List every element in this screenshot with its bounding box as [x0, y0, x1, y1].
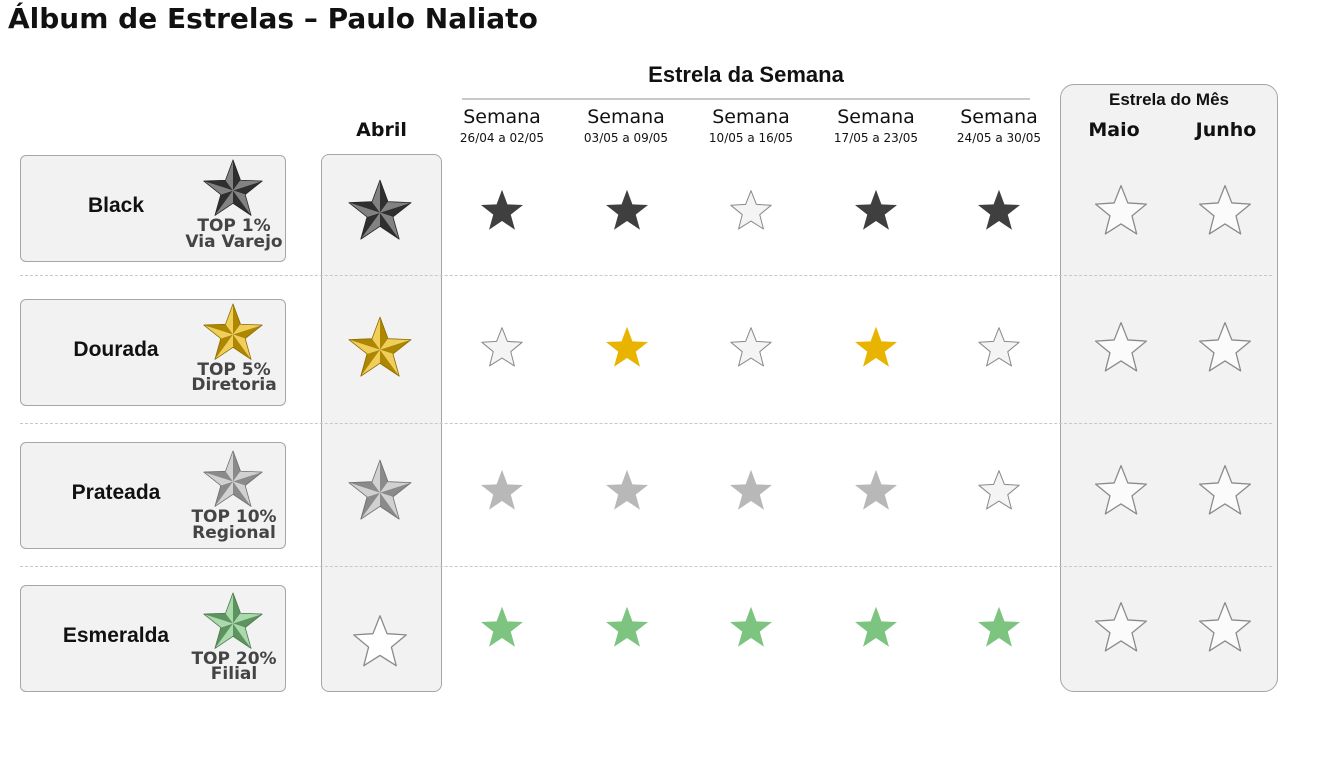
month-1-empty-star-icon: [1094, 602, 1148, 652]
month-1-empty-star-icon: [1094, 185, 1148, 235]
week-3-silver-star-icon: [730, 469, 772, 510]
gold-star-badge-icon: [203, 303, 263, 360]
week-dates: 03/05 a 09/05: [583, 131, 669, 145]
week-header-3: Semana 10/05 a 16/05: [689, 106, 813, 146]
week-label: Semana: [463, 106, 541, 128]
page-title: Álbum de Estrelas – Paulo Naliato: [8, 2, 538, 35]
april-silver-star-icon: [348, 459, 412, 520]
month-2-empty-star-icon: [1198, 322, 1252, 372]
week-1-emerald-star-icon: [481, 606, 523, 647]
tier-name: Dourada: [73, 338, 159, 361]
week-3-emerald-star-icon: [730, 606, 772, 647]
month-2-empty-star-icon: [1198, 602, 1252, 652]
week-label: Semana: [837, 106, 915, 128]
month-header-junho: Junho: [1195, 119, 1257, 141]
week-5-emerald-star-icon: [978, 606, 1020, 647]
week-2-gold-star-icon: [606, 326, 648, 367]
black-star-badge-icon: [203, 159, 263, 216]
month-2-empty-star-icon: [1198, 185, 1252, 235]
week-1-black-star-icon: [481, 189, 523, 230]
tier-scope: Diretoria: [191, 375, 277, 395]
month-header-maio: Maio: [1088, 119, 1140, 141]
tier-name: Black: [87, 194, 145, 217]
week-dates: 26/04 a 02/05: [459, 131, 545, 145]
april-black-star-icon: [348, 179, 412, 240]
week-5-empty-star-icon: [978, 327, 1020, 367]
week-dates: 24/05 a 30/05: [956, 131, 1042, 145]
row-divider: [20, 423, 1272, 424]
week-dates: 17/05 a 23/05: [833, 131, 919, 145]
silver-star-badge-icon: [203, 450, 263, 507]
week-label: Semana: [587, 106, 665, 128]
monthly-section-title: Estrela do Mês: [1109, 90, 1229, 109]
tier-card-black: Black TOP 1% Via Varejo: [20, 155, 286, 262]
week-header-1: Semana 26/04 a 02/05: [440, 106, 564, 146]
month-1-empty-star-icon: [1094, 465, 1148, 515]
week-4-gold-star-icon: [855, 326, 897, 367]
week-3-empty-star-icon: [730, 190, 772, 230]
tier-card-esmeralda: Esmeralda TOP 20% Filial: [20, 585, 286, 692]
week-2-emerald-star-icon: [606, 606, 648, 647]
tier-scope: Filial: [210, 664, 258, 684]
week-2-silver-star-icon: [606, 469, 648, 510]
month-2-empty-star-icon: [1198, 465, 1252, 515]
week-dates: 10/05 a 16/05: [708, 131, 794, 145]
week-5-black-star-icon: [978, 189, 1020, 230]
row-divider: [20, 566, 1272, 567]
week-4-emerald-star-icon: [855, 606, 897, 647]
row-divider: [20, 275, 1272, 276]
week-label: Semana: [712, 106, 790, 128]
emerald-star-badge-icon: [203, 592, 263, 649]
weekly-section-title: Estrela da Semana: [648, 62, 844, 87]
tier-scope: Regional: [192, 523, 276, 543]
week-header-2: Semana 03/05 a 09/05: [564, 106, 688, 146]
week-1-silver-star-icon: [481, 469, 523, 510]
tier-name: Prateada: [71, 481, 161, 504]
april-column-header: Abril: [356, 119, 407, 141]
tier-scope: Via Varejo: [185, 232, 283, 252]
tier-name: Esmeralda: [62, 624, 170, 647]
week-label: Semana: [960, 106, 1038, 128]
week-header-5: Semana 24/05 a 30/05: [937, 106, 1061, 146]
tier-card-prateada: Prateada TOP 10% Regional: [20, 442, 286, 549]
week-header-4: Semana 17/05 a 23/05: [814, 106, 938, 146]
week-4-black-star-icon: [855, 189, 897, 230]
week-4-silver-star-icon: [855, 469, 897, 510]
month-1-empty-star-icon: [1094, 322, 1148, 372]
april-gold-star-icon: [348, 316, 412, 377]
weekly-section-divider: [462, 98, 1030, 100]
april-empty-star-icon: [353, 615, 407, 667]
week-3-empty-star-icon: [730, 327, 772, 367]
week-1-empty-star-icon: [481, 327, 523, 367]
week-5-empty-star-icon: [978, 470, 1020, 510]
tier-card-dourada: Dourada TOP 5% Diretoria: [20, 299, 286, 406]
week-2-black-star-icon: [606, 189, 648, 230]
